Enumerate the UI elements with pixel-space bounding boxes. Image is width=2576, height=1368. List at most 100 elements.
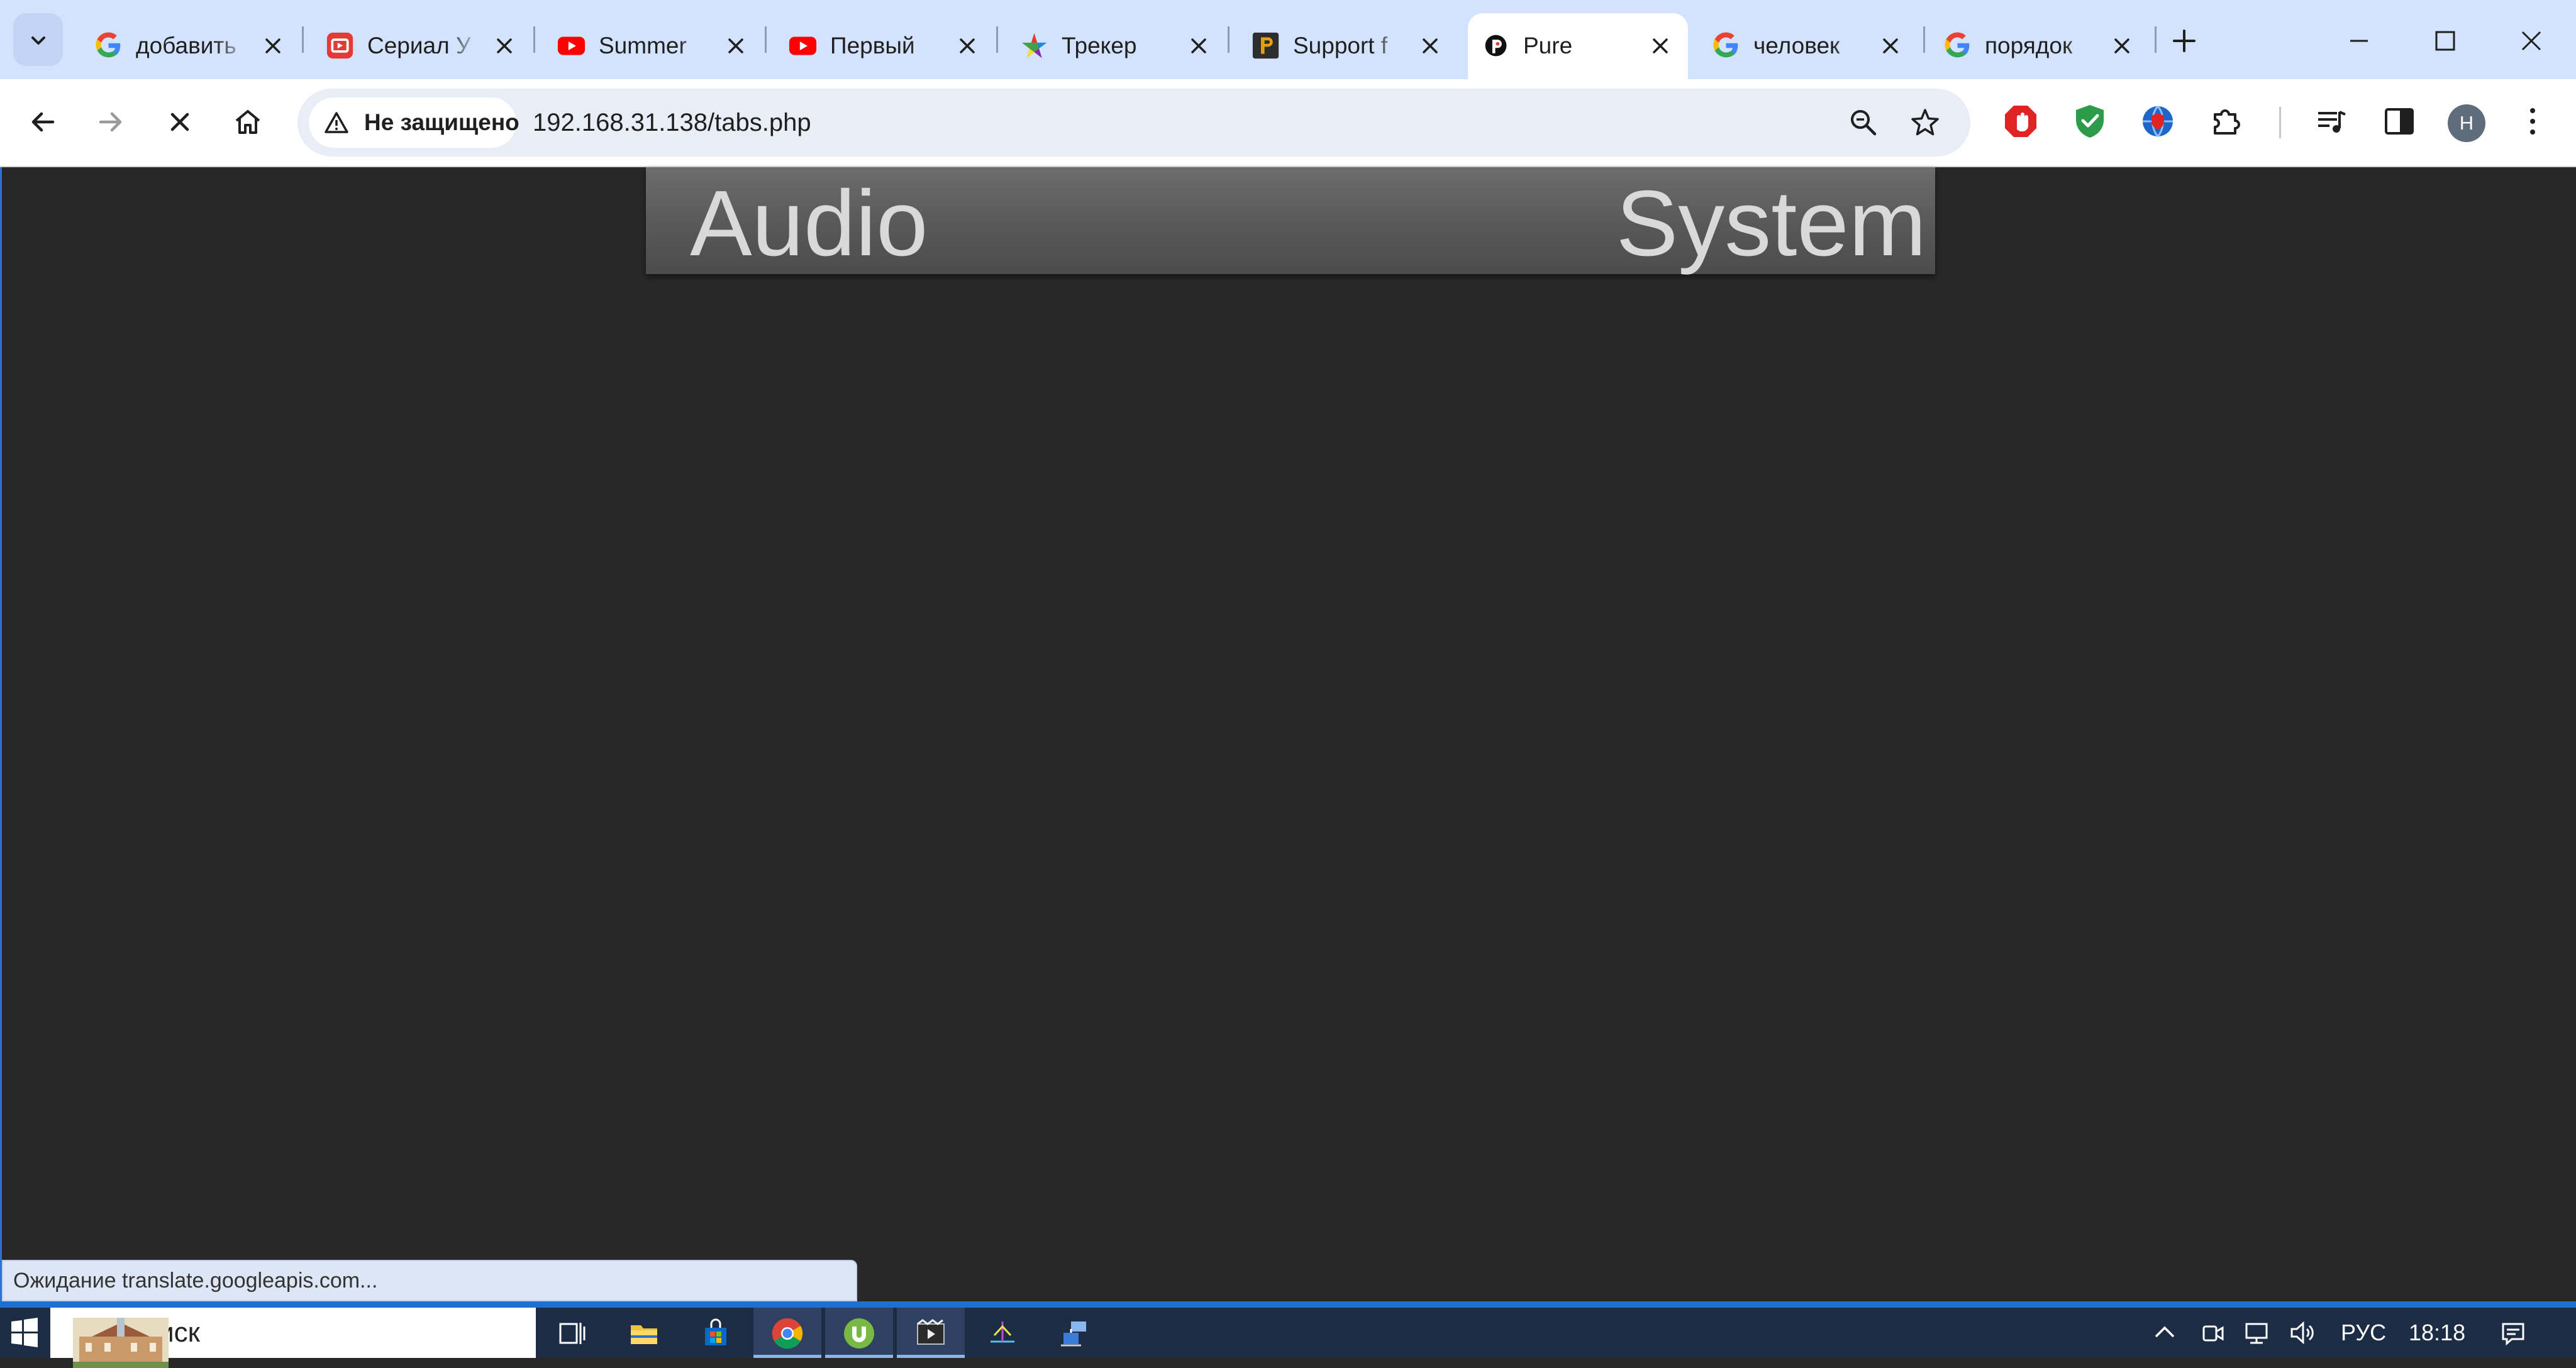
audio-app-button[interactable] xyxy=(969,1308,1036,1358)
browser-tab[interactable]: Первый xyxy=(775,13,995,79)
tab-title: добавить xyxy=(136,33,236,58)
tab-separator xyxy=(302,26,304,53)
adblock-extension-icon[interactable] xyxy=(2001,102,2040,141)
browser-tab[interactable]: Трекер xyxy=(1006,13,1226,79)
store-bag-icon xyxy=(705,1318,726,1345)
tab-separator xyxy=(996,26,998,53)
google-icon xyxy=(1712,31,1740,60)
security-indicator[interactable]: Не защищено xyxy=(309,97,519,148)
close-tab-icon[interactable] xyxy=(955,33,980,58)
plex-icon xyxy=(1252,31,1280,60)
utorrent-taskbar-button[interactable] xyxy=(825,1308,893,1358)
pure-icon xyxy=(1482,31,1510,60)
loading-status-bubble: Ожидание translate.googleapis.com... xyxy=(2,1260,857,1301)
tab-strip: добавить Сериал У Summer Первый Трекер S… xyxy=(0,0,2576,79)
audio-app-icon xyxy=(991,1321,1014,1343)
new-tab-icon[interactable] xyxy=(2169,26,2199,56)
windows-start-icon[interactable] xyxy=(0,1308,49,1358)
tab-separator xyxy=(1923,26,1925,53)
page-viewport: Audio System Ожидание translate.googleap… xyxy=(0,167,2576,1301)
tab-title: Pure xyxy=(1523,33,1573,58)
toolbar-separator xyxy=(2279,107,2281,138)
task-view-icon xyxy=(559,1323,586,1344)
input-language[interactable]: РУС xyxy=(2341,1308,2386,1358)
close-tab-icon[interactable] xyxy=(1878,33,1903,58)
browser-tab[interactable]: Сериал У xyxy=(312,13,532,79)
chrome-icon xyxy=(772,1318,803,1349)
security-label: Не защищено xyxy=(364,109,519,135)
minimize-icon[interactable] xyxy=(2344,26,2374,56)
meet-now-icon[interactable] xyxy=(2197,1318,2228,1348)
google-icon xyxy=(1943,31,1972,60)
tab-title: Summer xyxy=(599,33,687,58)
chrome-taskbar-button[interactable] xyxy=(753,1308,821,1358)
home-icon[interactable] xyxy=(230,104,265,140)
close-window-icon[interactable] xyxy=(2516,26,2546,56)
back-arrow-icon[interactable] xyxy=(25,104,60,140)
tab-title: человек xyxy=(1753,33,1840,58)
browser-toolbar: Не защищено 192.168.31.138/tabs.php H xyxy=(0,79,2576,167)
tab-search-button[interactable] xyxy=(13,13,63,66)
close-tab-icon[interactable] xyxy=(1648,33,1673,58)
close-tab-icon[interactable] xyxy=(2109,33,2135,58)
vpn-extension-icon[interactable] xyxy=(2138,102,2177,141)
browser-tab[interactable]: Support f xyxy=(1238,13,1458,79)
maximize-icon[interactable] xyxy=(2430,26,2460,56)
tab-separator xyxy=(765,26,767,53)
close-tab-icon[interactable] xyxy=(260,33,286,58)
taskbar-search[interactable]: Поиск xyxy=(50,1308,536,1368)
network-icon[interactable] xyxy=(2241,1318,2272,1348)
media-control-icon[interactable] xyxy=(2312,102,2351,141)
close-tab-icon[interactable] xyxy=(1418,33,1443,58)
address-bar[interactable]: Не защищено 192.168.31.138/tabs.php xyxy=(297,89,1970,157)
tab-title: Трекер xyxy=(1062,33,1137,58)
file-explorer-button[interactable] xyxy=(610,1308,678,1358)
bookmark-star-icon[interactable] xyxy=(1909,106,1941,139)
volume-icon[interactable] xyxy=(2287,1318,2317,1348)
tab-separator xyxy=(533,26,535,53)
tracker-icon xyxy=(1020,31,1048,60)
mpc-taskbar-button[interactable] xyxy=(897,1308,965,1358)
taskview-button[interactable] xyxy=(538,1308,606,1358)
stop-loading-icon[interactable] xyxy=(162,104,197,140)
youtube-tv-icon xyxy=(326,31,354,60)
windows-taskbar: Поиск РУС 18:18 xyxy=(0,1301,2576,1368)
tab-title: Support f xyxy=(1293,33,1388,58)
audio-system-header: Audio System xyxy=(646,167,1935,274)
extensions-puzzle-icon[interactable] xyxy=(2207,102,2246,141)
side-panel-icon[interactable] xyxy=(2380,102,2419,141)
more-menu-icon[interactable] xyxy=(2513,102,2552,141)
tab-title: порядок xyxy=(1985,33,2073,58)
chevron-down-icon xyxy=(31,36,45,45)
status-text: Ожидание translate.googleapis.com... xyxy=(13,1269,378,1293)
tab-title: Сериал У xyxy=(367,33,471,58)
folder-icon xyxy=(631,1325,657,1344)
close-tab-icon[interactable] xyxy=(492,33,517,58)
clock-time[interactable]: 18:18 xyxy=(2409,1308,2465,1358)
network-app-icon xyxy=(1061,1321,1086,1347)
close-tab-icon[interactable] xyxy=(723,33,748,58)
tab-title: Первый xyxy=(830,33,915,58)
header-system-text: System xyxy=(1616,172,1926,275)
store-button[interactable] xyxy=(682,1308,750,1358)
youtube-icon xyxy=(789,31,817,60)
browser-tab-active[interactable]: Pure xyxy=(1468,13,1688,79)
browser-tab[interactable]: Summer xyxy=(543,13,763,79)
shield-extension-icon[interactable] xyxy=(2070,102,2109,141)
browser-tab[interactable]: человек xyxy=(1698,13,1918,79)
search-highlight-image xyxy=(73,1318,169,1368)
profile-avatar[interactable]: H xyxy=(2448,104,2485,142)
forward-arrow-icon[interactable] xyxy=(93,104,128,140)
zoom-icon[interactable] xyxy=(1847,106,1880,139)
media-player-icon xyxy=(917,1319,945,1345)
close-tab-icon[interactable] xyxy=(1186,33,1211,58)
url-text[interactable]: 192.168.31.138/tabs.php xyxy=(533,89,811,157)
network-app-button[interactable] xyxy=(1040,1308,1108,1358)
header-audio-text: Audio xyxy=(690,172,928,275)
notifications-icon[interactable] xyxy=(2498,1318,2528,1348)
youtube-icon xyxy=(557,31,586,60)
browser-tab[interactable]: порядок xyxy=(1929,13,2150,79)
browser-tab[interactable]: добавить xyxy=(80,13,301,79)
tab-separator xyxy=(2155,26,2157,53)
chevron-up-icon[interactable] xyxy=(2150,1318,2180,1348)
